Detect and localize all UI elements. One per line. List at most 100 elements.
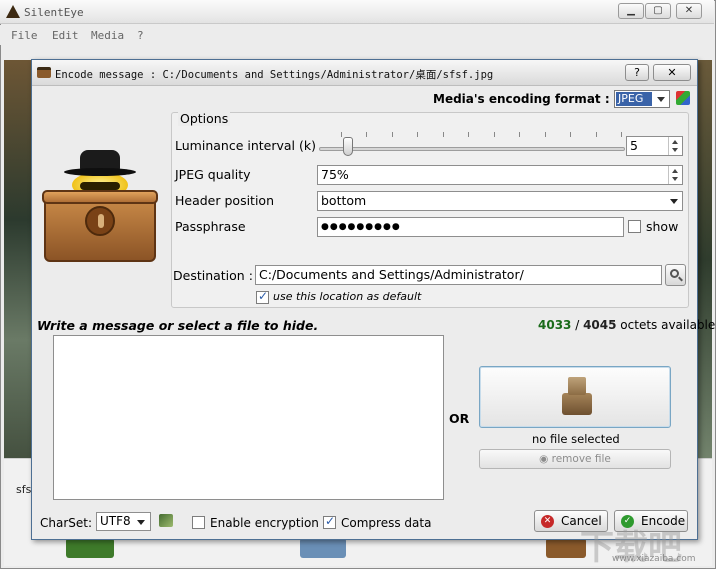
lock-icon — [85, 206, 115, 236]
cancel-icon: ✕ — [541, 515, 554, 528]
slider-tick — [544, 132, 546, 137]
destination-label: Destination : — [173, 268, 253, 283]
jpeg-quality-value: 75% — [321, 167, 349, 182]
media-format-label: Media's encoding format : — [433, 92, 610, 106]
charset-value: UTF8 — [100, 514, 131, 528]
close-dialog-button[interactable]: ✕ — [653, 64, 691, 81]
format-select[interactable]: JPEG — [614, 90, 670, 108]
media-thumbnail — [4, 60, 34, 460]
menu-edit[interactable]: Edit — [52, 29, 79, 42]
jpeg-quality-spinbox[interactable]: 75% — [317, 165, 683, 185]
file-box-icon — [562, 377, 592, 417]
spin-down-icon[interactable] — [672, 177, 678, 181]
format-settings-icon[interactable] — [676, 91, 690, 105]
chevron-down-icon — [137, 520, 145, 525]
jpeg-quality-label: JPEG quality — [175, 167, 251, 182]
luminance-slider[interactable] — [319, 147, 625, 151]
menu-file[interactable]: File — [11, 29, 38, 42]
hat — [80, 150, 120, 170]
show-passphrase-label: show — [646, 219, 679, 234]
box-base — [562, 393, 592, 415]
remove-icon: ◉ — [539, 453, 552, 465]
destination-input[interactable]: C:/Documents and Settings/Administrator/ — [255, 265, 662, 285]
box-top — [568, 377, 586, 395]
spin-up-icon[interactable] — [672, 169, 678, 173]
silenteye-app-icon — [6, 5, 20, 18]
spin-down-icon[interactable] — [672, 148, 678, 152]
luminance-label: Luminance interval (k) — [175, 138, 316, 153]
media-item-thumbnail[interactable] — [66, 538, 114, 558]
slider-tick — [493, 132, 495, 137]
header-position-label: Header position — [175, 193, 274, 208]
enable-encryption-checkbox[interactable] — [192, 516, 205, 529]
spin-buttons[interactable] — [668, 166, 682, 184]
menubar: File Edit Media ? — [0, 25, 714, 45]
maximize-button[interactable]: ▢ — [645, 3, 671, 19]
slider-tick — [468, 132, 470, 137]
slider-tick — [366, 132, 368, 137]
use-default-location-label: use this location as default — [273, 290, 422, 303]
media-thumbnail — [696, 60, 712, 460]
compress-data-label: Compress data — [341, 516, 432, 530]
close-window-button[interactable]: ✕ — [676, 3, 702, 19]
spin-buttons[interactable] — [668, 137, 682, 155]
message-prompt: Write a message or select a file to hide… — [37, 318, 319, 333]
slider-tick — [391, 132, 393, 137]
media-item-label: sfs — [16, 483, 32, 496]
passphrase-label: Passphrase — [175, 219, 246, 234]
magnifier-handle — [678, 276, 683, 282]
spy-briefcase-illustration — [42, 150, 160, 265]
watermark-url: www.xiazaiba.com — [612, 554, 696, 564]
case-lid — [42, 190, 158, 204]
sunglasses — [80, 182, 120, 190]
options-title: Options — [178, 111, 231, 126]
briefcase-icon — [37, 67, 51, 78]
spin-up-icon[interactable] — [672, 140, 678, 144]
no-file-label: no file selected — [532, 432, 620, 446]
octets-available: 4033 — [538, 318, 572, 332]
charset-info-icon[interactable] — [159, 514, 173, 527]
minimize-button[interactable]: ▁ — [618, 3, 644, 19]
charset-label: CharSet: — [40, 516, 93, 530]
chevron-down-icon — [670, 199, 678, 204]
remove-file-label: remove file — [551, 453, 611, 465]
chevron-down-icon — [657, 97, 665, 102]
help-button[interactable]: ? — [625, 64, 649, 81]
luminance-value: 5 — [630, 138, 638, 153]
select-file-button[interactable] — [479, 366, 671, 428]
app-title: SilentEye — [24, 6, 84, 19]
header-position-value: bottom — [321, 193, 367, 208]
slider-tick — [442, 132, 444, 137]
octets-total: 4045 — [583, 318, 617, 332]
dialog-titlebar: Encode message : C:/Documents and Settin… — [32, 60, 697, 86]
main-titlebar: SilentEye ▁ ▢ ✕ — [0, 0, 714, 24]
show-passphrase-checkbox[interactable] — [628, 220, 641, 233]
hat-brim — [64, 168, 136, 176]
enable-encryption-label: Enable encryption — [210, 516, 319, 530]
encode-dialog: Encode message : C:/Documents and Settin… — [31, 59, 715, 540]
use-default-location-checkbox[interactable] — [256, 289, 269, 304]
slider-tick — [341, 132, 342, 137]
slider-tick — [570, 132, 572, 137]
charset-select[interactable]: UTF8 — [96, 512, 151, 531]
octets-counter: 4033 / 4045 octets available — [538, 318, 715, 332]
compress-data-checkbox[interactable] — [323, 514, 336, 529]
browse-button[interactable] — [665, 264, 686, 286]
octets-suffix: octets available — [616, 318, 716, 332]
slider-tick — [519, 132, 521, 137]
message-textarea[interactable] — [53, 335, 444, 500]
luminance-slider-handle[interactable] — [342, 137, 353, 156]
menu-media[interactable]: Media — [91, 29, 124, 42]
remove-file-button[interactable]: ◉ remove file — [479, 449, 671, 469]
header-position-select[interactable]: bottom — [317, 191, 683, 211]
slider-tick — [621, 132, 622, 137]
passphrase-input[interactable]: ●●●●●●●●● — [317, 217, 624, 237]
media-item-thumbnail[interactable] — [300, 538, 346, 558]
slider-tick — [595, 132, 597, 137]
luminance-spinbox[interactable]: 5 — [626, 136, 683, 156]
menu-help[interactable]: ? — [137, 29, 144, 42]
dialog-title: Encode message : C:/Documents and Settin… — [55, 69, 494, 81]
or-label: OR — [449, 411, 470, 426]
keyhole — [98, 214, 104, 228]
format-value: JPEG — [616, 92, 652, 106]
